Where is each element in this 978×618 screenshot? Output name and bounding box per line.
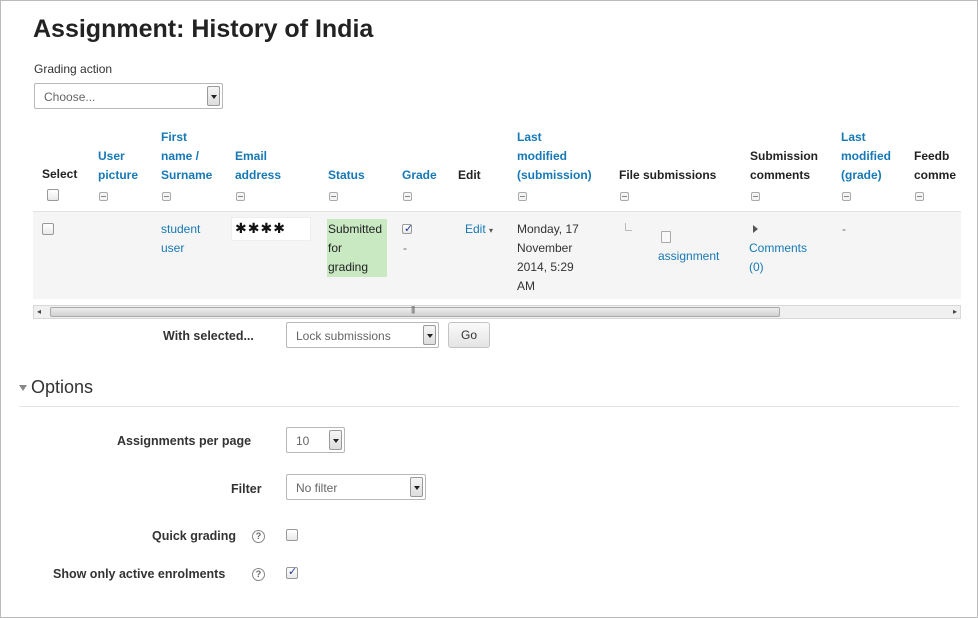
horizontal-scrollbar[interactable]: ◂ ||| ▸ — [33, 305, 961, 319]
per-page-select[interactable]: 10 — [286, 427, 345, 453]
grip-icon: ||| — [411, 305, 415, 314]
collapse-triangle-icon — [19, 385, 27, 392]
hide-column-icon[interactable] — [842, 192, 851, 201]
header-user-picture[interactable]: User picture — [98, 147, 138, 185]
grade-dash: - — [403, 241, 407, 255]
grade-checkbox[interactable] — [402, 222, 413, 235]
per-page-value: 10 — [296, 434, 310, 448]
header-submission-comments: Submission comments — [750, 149, 819, 182]
grading-action-select[interactable]: Choose... — [34, 83, 223, 109]
hide-column-icon[interactable] — [915, 192, 924, 201]
hide-column-icon[interactable] — [620, 192, 629, 201]
quick-grading-label: Quick grading — [152, 529, 237, 543]
row-select-checkbox[interactable] — [42, 223, 54, 235]
hide-column-icon[interactable] — [162, 192, 171, 201]
with-selected-label: With selected... — [163, 329, 254, 343]
chevron-down-icon — [410, 477, 423, 497]
go-button[interactable]: Go — [448, 322, 490, 348]
active-enrolments-label: Show only active enrolments — [53, 567, 226, 581]
header-edit: Edit — [458, 168, 481, 182]
hide-column-icon[interactable] — [751, 192, 760, 201]
last-modified-grade-value: - — [842, 222, 846, 236]
bulk-action-select[interactable]: Lock submissions — [286, 322, 439, 348]
chevron-down-icon — [423, 325, 436, 345]
chevron-down-icon — [329, 430, 342, 450]
chevron-down-icon — [207, 86, 220, 106]
header-select: Select — [42, 167, 78, 181]
scrollbar-thumb[interactable]: ||| — [50, 305, 780, 317]
edit-menu[interactable]: Edit ▾ — [465, 220, 493, 240]
hide-column-icon[interactable] — [99, 192, 108, 201]
header-status[interactable]: Status — [328, 166, 365, 185]
grading-table: Select User picture First name / Surname… — [33, 119, 961, 319]
caret-down-icon: ▾ — [489, 226, 494, 235]
active-enrolments-checkbox[interactable] — [286, 565, 298, 579]
header-feedback-comments: Feedb comme — [914, 149, 957, 182]
tree-branch-icon — [625, 223, 632, 231]
email-masked: ✱✱✱✱ — [235, 220, 286, 236]
scroll-right-icon[interactable]: ▸ — [953, 307, 957, 316]
divider — [19, 406, 959, 407]
page-frame: Assignment: History of India Grading act… — [0, 0, 978, 618]
file-assignment-link[interactable]: assignment — [658, 247, 719, 266]
per-page-label: Assignments per page — [117, 434, 252, 448]
options-heading: Options — [31, 377, 94, 397]
page-title: Assignment: History of India — [33, 15, 374, 43]
file-icon — [661, 231, 671, 243]
header-last-modified-grade[interactable]: Last modified (grade) — [841, 128, 891, 185]
header-file-submissions: File submissions — [619, 168, 717, 182]
grading-action-label: Grading action — [34, 62, 113, 76]
email-cell: ✱✱✱✱ — [231, 217, 311, 241]
expand-arrow-icon[interactable] — [753, 225, 758, 233]
hide-column-icon[interactable] — [518, 192, 527, 201]
bulk-action-value: Lock submissions — [296, 329, 391, 343]
student-name-link[interactable]: student user — [161, 220, 200, 258]
header-grade[interactable]: Grade — [402, 166, 437, 185]
header-email[interactable]: Email address — [235, 147, 281, 185]
filter-select[interactable]: No filter — [286, 474, 426, 500]
filter-label: Filter — [231, 482, 262, 496]
select-all-checkbox[interactable] — [47, 189, 59, 201]
quick-grading-checkbox[interactable] — [286, 529, 298, 541]
comments-link[interactable]: Comments (0) — [749, 239, 807, 277]
status-text: Submitted for grading — [328, 222, 383, 274]
hide-column-icon[interactable] — [236, 192, 245, 201]
scroll-left-icon[interactable]: ◂ — [37, 307, 41, 316]
hide-column-icon[interactable] — [329, 192, 338, 201]
help-icon[interactable]: ? — [252, 568, 265, 581]
help-icon[interactable]: ? — [252, 530, 265, 543]
options-section-toggle[interactable]: Options — [19, 377, 93, 398]
edit-label: Edit — [465, 222, 486, 236]
header-last-modified-submission[interactable]: Last modified (submission) — [517, 128, 592, 185]
filter-value: No filter — [296, 481, 338, 495]
hide-column-icon[interactable] — [403, 192, 412, 201]
last-modified-text: Monday, 17 November 2014, 5:29 AM — [517, 222, 579, 293]
grading-action-value: Choose... — [44, 90, 96, 104]
header-fullname[interactable]: First name / Surname — [161, 128, 212, 185]
